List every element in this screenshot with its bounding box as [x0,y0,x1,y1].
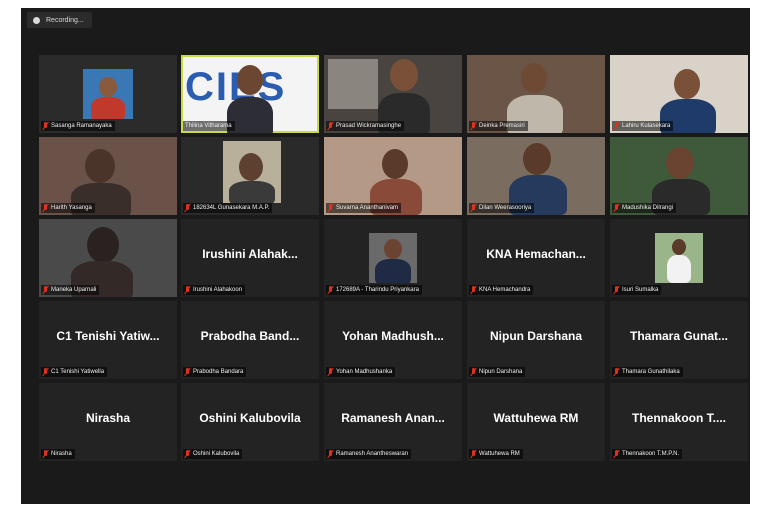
participant-tile[interactable]: Irushini Alahak... Irushini Alahakoon [181,219,319,297]
participant-display-name: Nipun Darshana [489,329,582,343]
participant-name-label: Ramanesh Anantheswaran [326,449,412,459]
participant-name-label: Dilan Weerasooriya [469,203,535,213]
participant-tile[interactable]: Lahiru Kulasekara [610,55,748,133]
participant-tile[interactable]: Thamara Gunat... Thamara Gunathilaka [610,301,748,379]
participant-name-label: Thilina Vitharama [183,121,235,131]
participant-name-label: KNA Hemachandra [469,285,534,295]
mic-muted-icon [185,450,191,458]
participant-tile[interactable]: Prabodha Band... Prabodha Bandara [181,301,319,379]
mic-muted-icon [614,122,620,130]
participant-name-label: Deinka Premasiri [469,121,528,131]
participant-video [223,141,281,203]
participant-tile[interactable]: Sasanga Ramanayaka [39,55,177,133]
participant-name-label: Oshini Kalubovila [183,449,243,459]
participant-tile[interactable]: Nirasha Nirasha [39,383,177,461]
mic-muted-icon [471,286,477,294]
mic-muted-icon [471,368,477,376]
participant-tile[interactable]: 172689A - Tharindu Priyankara [324,219,462,297]
participant-tile[interactable]: C1 Tenishi Yatiw... C1 Tenishi Yatiwella [39,301,177,379]
participant-tile[interactable]: Yohan Madhush... Yohan Madhushanka [324,301,462,379]
participant-name-label: Irushini Alahakoon [183,285,246,295]
participant-display-name: Thamara Gunat... [629,329,729,343]
mic-muted-icon [328,450,334,458]
participant-name-label: Harith Yasanga [41,203,95,213]
participant-name-label: 182634L Gunasekara M.A.P. [183,203,273,213]
mic-muted-icon [43,122,49,130]
mic-muted-icon [43,286,49,294]
mic-muted-icon [614,450,620,458]
participant-tile[interactable]: Wattuhewa RM Wattuhewa RM [467,383,605,461]
participant-name-label: Prasad Wickramasinghe [326,121,405,131]
participant-name-label: Wattuhewa RM [469,449,523,459]
participant-name-label: Nipun Darshana [469,367,526,377]
meeting-window: Recording... Sasanga Ramanayaka CIES Thi… [21,8,750,504]
participant-name-label: Yohan Madhushanka [326,367,396,377]
mic-muted-icon [43,204,49,212]
participant-name-label: Maneka Uparnali [41,285,100,295]
mic-muted-icon [614,204,620,212]
participant-name-label: 172689A - Tharindu Priyankara [326,285,422,295]
mic-muted-icon [614,286,620,294]
participant-display-name: Ramanesh Anan... [341,411,445,425]
participant-display-name: Oshini Kalubovila [199,411,301,425]
participant-display-name: Nirasha [85,411,131,425]
mic-muted-icon [328,368,334,376]
participant-display-name: Yohan Madhush... [342,329,444,343]
participant-tile[interactable]: Dilan Weerasooriya [467,137,605,215]
participant-photo [83,69,133,119]
mic-muted-icon [328,122,334,130]
participant-tile[interactable]: 182634L Gunasekara M.A.P. [181,137,319,215]
participant-tile[interactable]: Oshini Kalubovila Oshini Kalubovila [181,383,319,461]
participant-display-name: Prabodha Band... [200,329,300,343]
participant-tile[interactable]: Suvarna Ananthanivam [324,137,462,215]
mic-muted-icon [43,368,49,376]
participant-display-name: Thennakoon T.... [631,411,726,425]
participant-tile[interactable]: Ramanesh Anan... Ramanesh Anantheswaran [324,383,462,461]
mic-muted-icon [43,450,49,458]
participant-display-name: Irushini Alahak... [202,247,298,261]
participant-name-label: Nirasha [41,449,75,459]
mic-muted-icon [471,204,477,212]
mic-muted-icon [328,204,334,212]
mic-muted-icon [185,286,191,294]
participant-tile[interactable]: Deinka Premasiri [467,55,605,133]
participant-name-label: Madushika Dilrangi [612,203,677,213]
participant-tile[interactable]: Prasad Wickramasinghe [324,55,462,133]
participant-name-label: C1 Tenishi Yatiwella [41,367,108,377]
participant-tile[interactable]: KNA Hemachan... KNA Hemachandra [467,219,605,297]
participant-display-name: Wattuhewa RM [493,411,579,425]
participant-name-label: Thennakoon T.M.P.N. [612,449,683,459]
recording-label: Recording... [46,16,84,24]
participant-name-label: Suvarna Ananthanivam [326,203,402,213]
recording-indicator[interactable]: Recording... [27,12,92,28]
participant-tile-active-speaker[interactable]: CIES Thilina Vitharama [181,55,319,133]
participant-name-label: Isuri Sumalka [612,285,662,295]
participant-tile[interactable]: Maneka Uparnali [39,219,177,297]
participant-name-label: Sasanga Ramanayaka [41,121,115,131]
participant-display-name: C1 Tenishi Yatiw... [56,329,160,343]
participant-name-label: Prabodha Bandara [183,367,247,377]
mic-muted-icon [185,204,191,212]
participant-name-label: Thamara Gunathilaka [612,367,683,377]
recording-dot-icon [33,16,40,24]
participant-tile[interactable]: Thennakoon T.... Thennakoon T.M.P.N. [610,383,748,461]
participant-photo [369,233,417,283]
mic-muted-icon [328,286,334,294]
participant-display-name: KNA Hemachan... [486,247,586,261]
participant-photo [655,233,703,283]
participant-tile[interactable]: Isuri Sumalka [610,219,748,297]
participant-tile[interactable]: Madushika Dilrangi [610,137,748,215]
mic-muted-icon [471,122,477,130]
mic-muted-icon [185,368,191,376]
participant-name-label: Lahiru Kulasekara [612,121,674,131]
participant-tile[interactable]: Harith Yasanga [39,137,177,215]
participant-tile[interactable]: Nipun Darshana Nipun Darshana [467,301,605,379]
mic-muted-icon [614,368,620,376]
mic-muted-icon [471,450,477,458]
